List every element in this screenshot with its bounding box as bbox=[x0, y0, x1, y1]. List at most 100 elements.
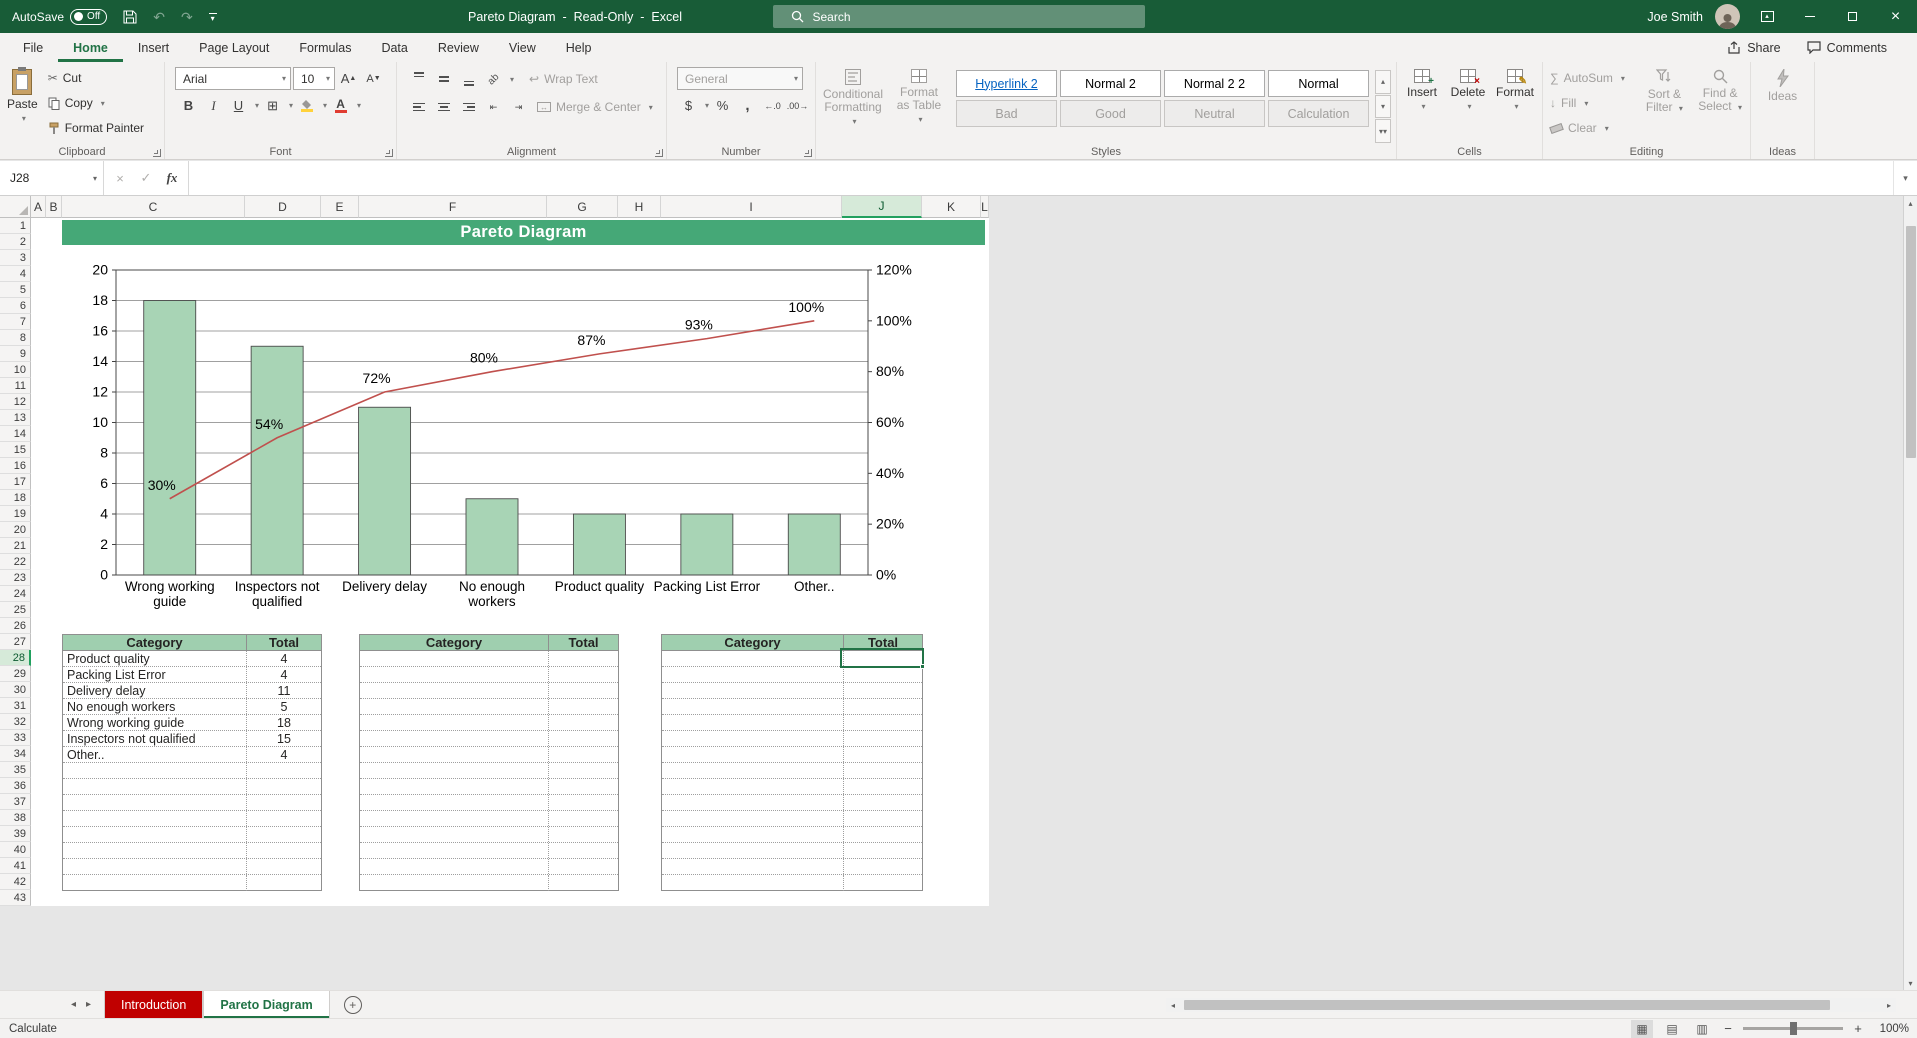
total-cell[interactable]: 18 bbox=[246, 715, 321, 730]
table-row[interactable]: Packing List Error4 bbox=[63, 667, 321, 683]
column-header-G[interactable]: G bbox=[547, 196, 618, 218]
category-cell[interactable] bbox=[662, 795, 843, 810]
table-2[interactable]: CategoryTotal bbox=[359, 634, 619, 891]
copy-button[interactable]: Copy▾ bbox=[43, 91, 149, 115]
formula-bar-expand-button[interactable]: ▾ bbox=[1893, 161, 1917, 195]
category-cell[interactable] bbox=[662, 827, 843, 842]
row-header-34[interactable]: 34 bbox=[0, 746, 31, 762]
borders-chevron[interactable]: ▾ bbox=[289, 101, 293, 110]
decrease-decimal-button[interactable]: .00→ bbox=[786, 94, 809, 117]
category-cell[interactable] bbox=[63, 843, 246, 858]
total-cell[interactable]: 11 bbox=[246, 683, 321, 698]
total-cell[interactable] bbox=[246, 779, 321, 794]
total-cell[interactable] bbox=[843, 699, 922, 714]
column-header-H[interactable]: H bbox=[618, 196, 661, 218]
total-cell[interactable] bbox=[246, 843, 321, 858]
maximize-button[interactable] bbox=[1831, 0, 1874, 33]
name-box[interactable]: J28▾ bbox=[0, 161, 104, 195]
row-header-20[interactable]: 20 bbox=[0, 522, 31, 538]
row-header-16[interactable]: 16 bbox=[0, 458, 31, 474]
row-header-29[interactable]: 29 bbox=[0, 666, 31, 682]
table-row[interactable]: No enough workers5 bbox=[63, 699, 321, 715]
row-header-25[interactable]: 25 bbox=[0, 602, 31, 618]
row-header-26[interactable]: 26 bbox=[0, 618, 31, 634]
insert-button[interactable]: + Insert▾ bbox=[1399, 65, 1445, 143]
total-cell[interactable]: 4 bbox=[246, 747, 321, 762]
column-header-E[interactable]: E bbox=[321, 196, 359, 218]
column-header-L[interactable]: L bbox=[981, 196, 989, 218]
row-header-9[interactable]: 9 bbox=[0, 346, 31, 362]
customize-quick-access-button[interactable]: ▾ bbox=[209, 13, 217, 21]
category-cell[interactable] bbox=[360, 827, 548, 842]
category-cell[interactable] bbox=[662, 747, 843, 762]
zoom-slider-thumb[interactable] bbox=[1790, 1022, 1797, 1035]
formula-input[interactable] bbox=[189, 161, 1893, 195]
category-cell[interactable] bbox=[360, 715, 548, 730]
ribbon-tab-view[interactable]: View bbox=[494, 33, 551, 62]
table-row[interactable] bbox=[360, 683, 618, 699]
table-row[interactable] bbox=[360, 715, 618, 731]
row-header-1[interactable]: 1 bbox=[0, 218, 31, 234]
underline-chevron[interactable]: ▾ bbox=[255, 101, 259, 110]
ideas-button[interactable]: Ideas bbox=[1756, 65, 1810, 143]
selected-cell[interactable] bbox=[840, 648, 924, 668]
row-header-12[interactable]: 12 bbox=[0, 394, 31, 410]
table-row[interactable] bbox=[360, 859, 618, 875]
row-header-38[interactable]: 38 bbox=[0, 810, 31, 826]
comments-button[interactable]: Comments bbox=[1807, 41, 1887, 55]
orientation-button[interactable]: ab bbox=[482, 68, 505, 91]
borders-button[interactable]: ⊞ bbox=[261, 94, 284, 117]
name-box-chevron[interactable]: ▾ bbox=[93, 174, 97, 183]
total-cell[interactable] bbox=[843, 763, 922, 778]
bold-button[interactable]: B bbox=[177, 94, 200, 117]
autosum-button[interactable]: ∑AutoSum▾ bbox=[1545, 66, 1637, 90]
table-1[interactable]: CategoryTotalProduct quality4Packing Lis… bbox=[62, 634, 322, 891]
row-header-3[interactable]: 3 bbox=[0, 250, 31, 266]
category-cell[interactable] bbox=[63, 795, 246, 810]
category-cell[interactable] bbox=[360, 843, 548, 858]
table-row[interactable]: Product quality4 bbox=[63, 651, 321, 667]
table-row[interactable] bbox=[662, 859, 922, 875]
total-cell[interactable] bbox=[548, 827, 618, 842]
chart-title-banner[interactable]: Pareto Diagram bbox=[62, 220, 985, 245]
delete-button[interactable]: × Delete▾ bbox=[1445, 65, 1491, 143]
category-cell[interactable] bbox=[360, 795, 548, 810]
total-cell[interactable] bbox=[246, 763, 321, 778]
category-cell[interactable] bbox=[360, 875, 548, 891]
category-cell[interactable]: No enough workers bbox=[63, 699, 246, 714]
total-cell[interactable] bbox=[246, 795, 321, 810]
total-cell[interactable] bbox=[843, 779, 922, 794]
zoom-level[interactable]: 100% bbox=[1873, 1023, 1909, 1035]
row-header-13[interactable]: 13 bbox=[0, 410, 31, 426]
cell-style-normal[interactable]: Normal bbox=[1268, 70, 1369, 97]
category-cell[interactable] bbox=[662, 859, 843, 874]
table-row[interactable] bbox=[662, 843, 922, 859]
table-row[interactable]: Other..4 bbox=[63, 747, 321, 763]
column-header-K[interactable]: K bbox=[922, 196, 981, 218]
scroll-left-arrow[interactable]: ◂ bbox=[1166, 1001, 1180, 1010]
table-row[interactable] bbox=[63, 859, 321, 875]
total-cell[interactable] bbox=[548, 699, 618, 714]
table-row[interactable]: Wrong working guide18 bbox=[63, 715, 321, 731]
format-as-table-button[interactable]: Format as Table ▾ bbox=[888, 65, 950, 143]
table-row[interactable] bbox=[662, 667, 922, 683]
sheet-nav-right-button[interactable]: ▸ bbox=[81, 991, 96, 1018]
total-cell[interactable] bbox=[246, 827, 321, 842]
category-cell[interactable] bbox=[63, 859, 246, 874]
column-header-A[interactable]: A bbox=[31, 196, 46, 218]
align-left-button[interactable] bbox=[407, 96, 430, 119]
category-cell[interactable] bbox=[360, 779, 548, 794]
total-cell[interactable] bbox=[548, 811, 618, 826]
font-size-select[interactable]: 10▾ bbox=[293, 67, 335, 90]
page-layout-view-button[interactable]: ▤ bbox=[1661, 1020, 1683, 1038]
total-cell[interactable]: 4 bbox=[246, 667, 321, 682]
table-row[interactable] bbox=[360, 651, 618, 667]
sheet-tab-pareto-diagram[interactable]: Pareto Diagram bbox=[203, 991, 329, 1018]
insert-function-button[interactable]: fx bbox=[160, 166, 184, 190]
category-cell[interactable] bbox=[63, 763, 246, 778]
category-cell[interactable] bbox=[63, 779, 246, 794]
row-header-36[interactable]: 36 bbox=[0, 778, 31, 794]
scroll-up-arrow[interactable]: ▴ bbox=[1904, 196, 1917, 210]
column-header-D[interactable]: D bbox=[245, 196, 321, 218]
table-row[interactable] bbox=[662, 699, 922, 715]
